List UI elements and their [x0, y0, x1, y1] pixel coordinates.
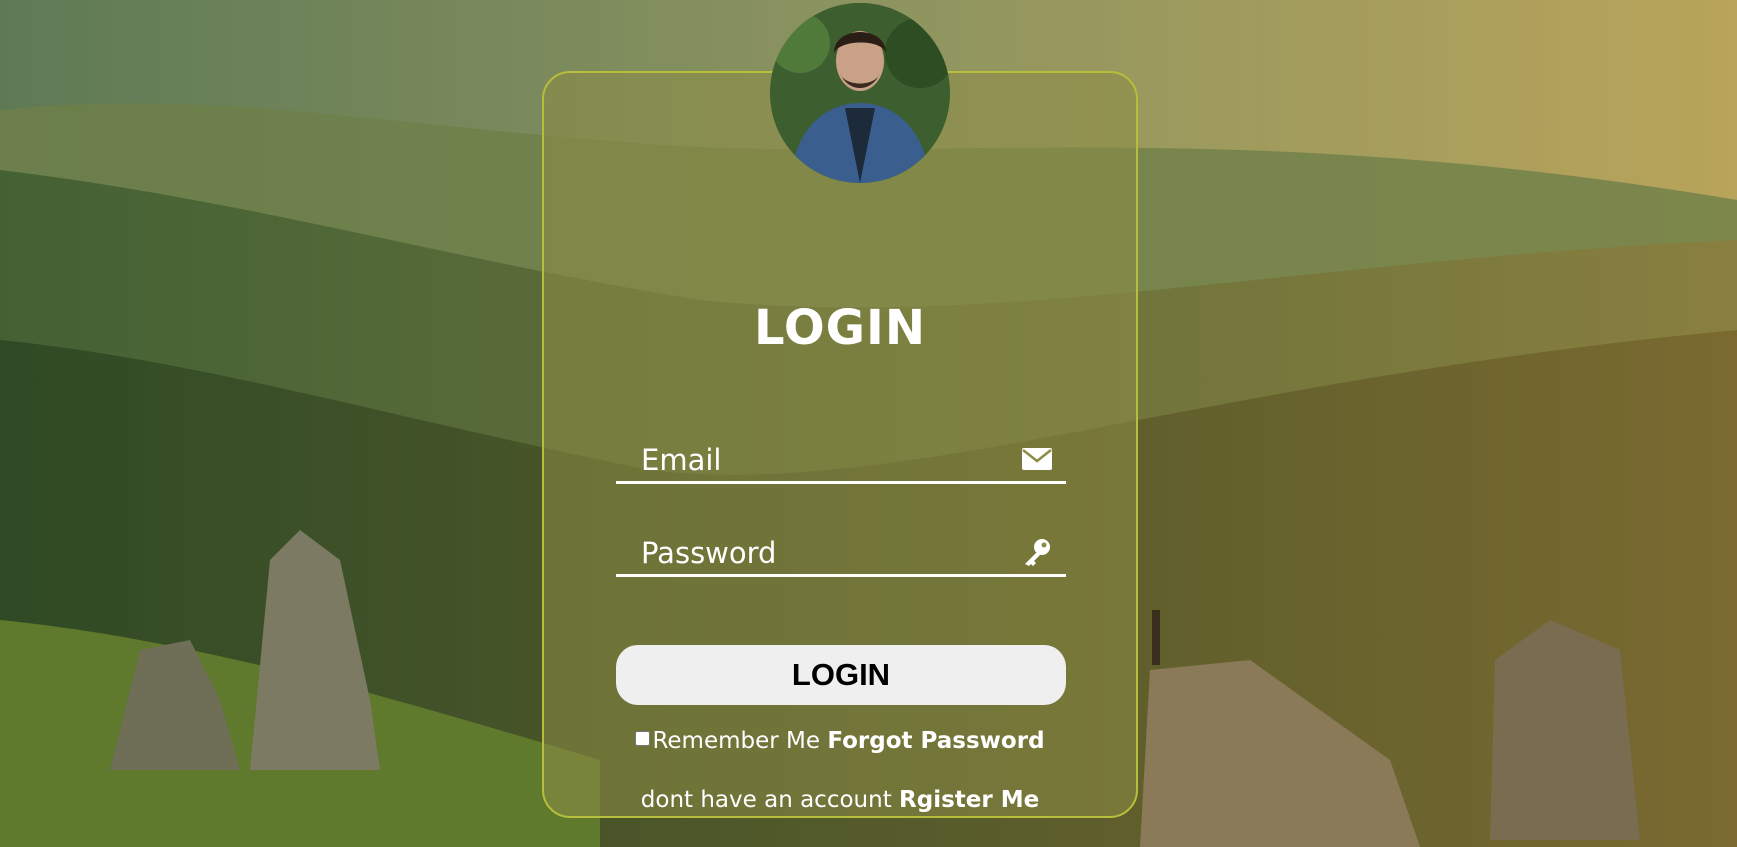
envelope-icon	[1020, 444, 1054, 474]
profile-avatar	[770, 3, 950, 183]
email-field	[616, 436, 1066, 484]
remember-label: Remember Me	[652, 728, 821, 754]
remember-checkbox[interactable]	[635, 731, 651, 746]
login-button[interactable]: LOGIN	[616, 645, 1066, 705]
register-row: dont have an account Rgister Me	[542, 787, 1138, 813]
forgot-password-link[interactable]: Forgot Password	[827, 728, 1044, 754]
password-input[interactable]	[641, 533, 1001, 573]
register-prompt: dont have an account	[640, 787, 892, 813]
email-input[interactable]	[641, 440, 1001, 480]
login-title: LOGIN	[753, 300, 927, 356]
key-icon	[1020, 537, 1054, 567]
avatar-image	[770, 3, 950, 183]
remember-row: Remember Me Forgot Password	[542, 728, 1138, 754]
password-field	[616, 529, 1066, 577]
register-link[interactable]: Rgister Me	[899, 787, 1039, 813]
